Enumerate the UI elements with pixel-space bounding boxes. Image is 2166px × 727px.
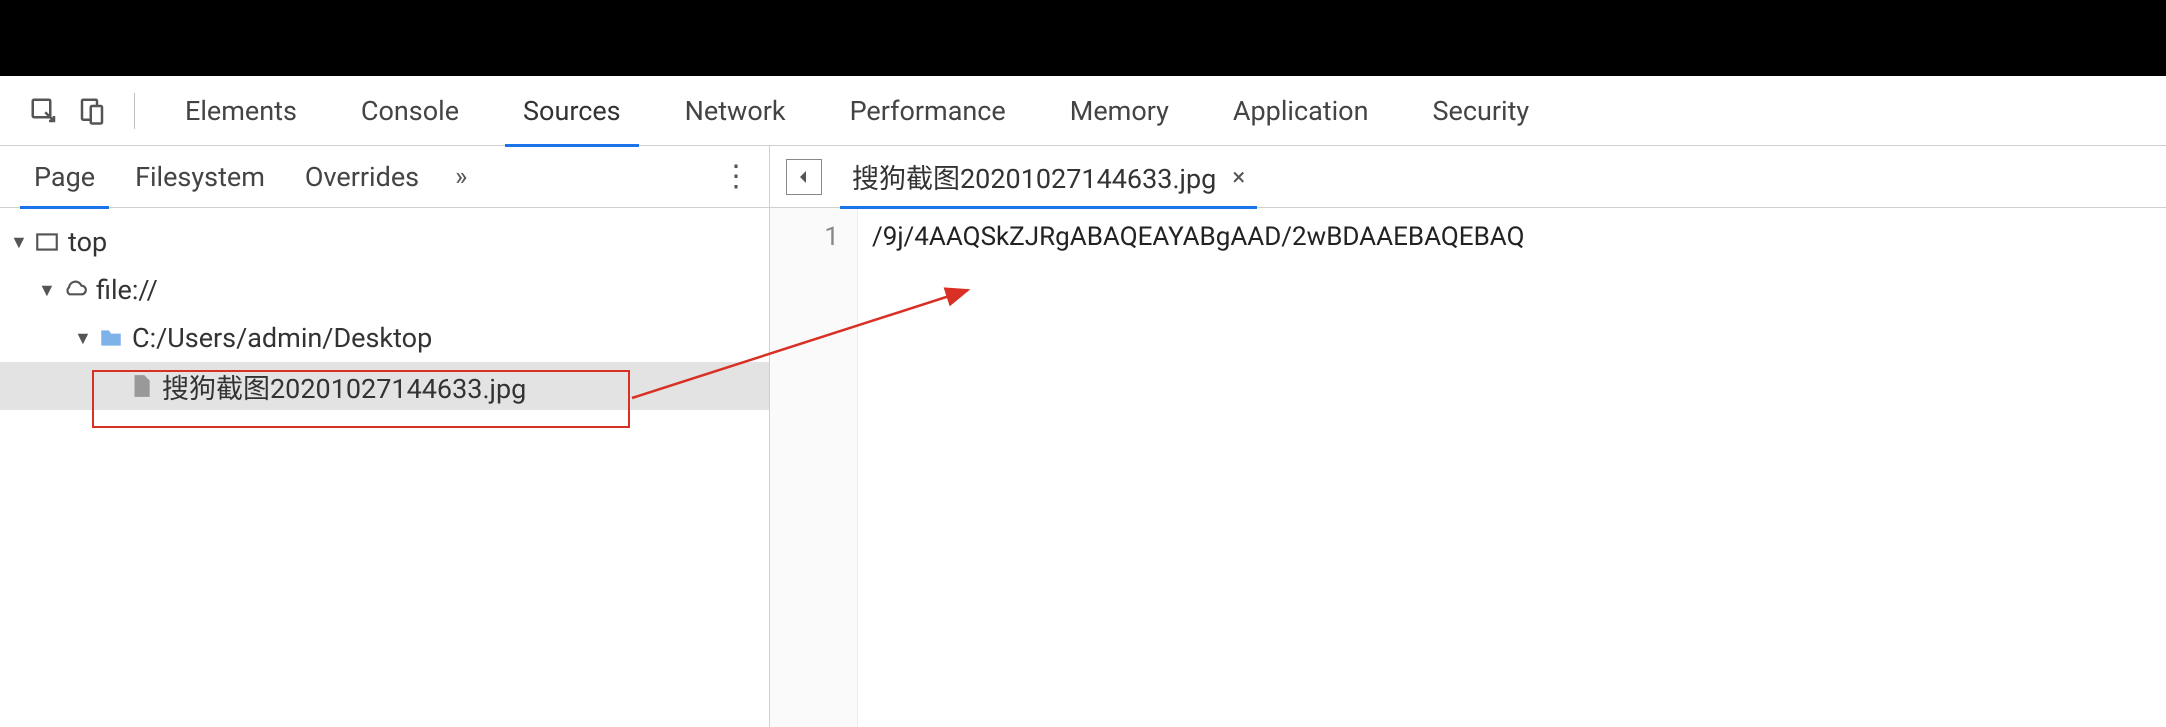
tab-elements[interactable]: Elements bbox=[153, 76, 329, 146]
overflow-icon[interactable]: » bbox=[439, 162, 483, 192]
folder-icon bbox=[98, 325, 124, 351]
frame-icon bbox=[34, 229, 60, 255]
editor-tab-active[interactable]: 搜狗截图20201027144633.jpg × bbox=[840, 146, 1257, 208]
tab-memory[interactable]: Memory bbox=[1038, 76, 1201, 146]
line-number: 1 bbox=[770, 222, 839, 252]
code-line: /9j/4AAQSkZJRgABAQEAYABgAAD/2wBDAAEBAQEB… bbox=[872, 222, 2166, 252]
tab-application[interactable]: Application bbox=[1201, 76, 1401, 146]
line-number-gutter: 1 bbox=[770, 208, 858, 727]
tree-label: 搜狗截图20201027144633.jpg bbox=[162, 367, 526, 406]
nav-tab-page[interactable]: Page bbox=[14, 146, 115, 208]
tab-security[interactable]: Security bbox=[1400, 76, 1561, 146]
expand-toggle-icon[interactable]: ▼ bbox=[74, 328, 94, 349]
inspect-icon[interactable] bbox=[20, 87, 68, 135]
nav-tab-overrides[interactable]: Overrides bbox=[285, 146, 439, 208]
content-area: Page Filesystem Overrides » ⋮ ▼ top ▼ fi… bbox=[0, 146, 2166, 727]
tree-item-file-protocol[interactable]: ▼ file:// bbox=[0, 266, 769, 314]
file-icon bbox=[128, 373, 154, 399]
tab-console[interactable]: Console bbox=[329, 76, 491, 146]
devtools-main-tabs: Elements Console Sources Network Perform… bbox=[0, 76, 2166, 146]
tree-item-top[interactable]: ▼ top bbox=[0, 218, 769, 266]
code-content[interactable]: /9j/4AAQSkZJRgABAQEAYABgAAD/2wBDAAEBAQEB… bbox=[858, 208, 2166, 727]
editor-tabs: 搜狗截图20201027144633.jpg × bbox=[770, 146, 2166, 208]
navigator-panel: Page Filesystem Overrides » ⋮ ▼ top ▼ fi… bbox=[0, 146, 770, 727]
file-tree: ▼ top ▼ file:// ▼ C:/Users/admin/Desktop bbox=[0, 208, 769, 420]
browser-top-bar bbox=[0, 0, 2166, 76]
tab-performance[interactable]: Performance bbox=[818, 76, 1038, 146]
tab-sources[interactable]: Sources bbox=[491, 76, 653, 146]
editor-panel: 搜狗截图20201027144633.jpg × 1 /9j/4AAQSkZJR… bbox=[770, 146, 2166, 727]
tab-network[interactable]: Network bbox=[653, 76, 818, 146]
cloud-icon bbox=[62, 277, 88, 303]
tree-item-folder[interactable]: ▼ C:/Users/admin/Desktop bbox=[0, 314, 769, 362]
tree-label: file:// bbox=[96, 274, 158, 306]
device-toggle-icon[interactable] bbox=[68, 87, 116, 135]
divider bbox=[134, 93, 135, 129]
tree-label: top bbox=[68, 226, 107, 258]
previous-tab-button[interactable] bbox=[786, 159, 822, 195]
more-vertical-icon[interactable]: ⋮ bbox=[721, 159, 749, 194]
tree-label: C:/Users/admin/Desktop bbox=[132, 322, 432, 354]
expand-toggle-icon[interactable]: ▼ bbox=[10, 232, 30, 253]
editor-tab-label: 搜狗截图20201027144633.jpg bbox=[852, 157, 1216, 196]
code-area: 1 /9j/4AAQSkZJRgABAQEAYABgAAD/2wBDAAEBAQ… bbox=[770, 208, 2166, 727]
nav-tab-filesystem[interactable]: Filesystem bbox=[115, 146, 285, 208]
expand-toggle-icon[interactable]: ▼ bbox=[38, 280, 58, 301]
close-icon[interactable]: × bbox=[1232, 163, 1245, 191]
navigator-tabs: Page Filesystem Overrides » ⋮ bbox=[0, 146, 769, 208]
tree-item-file-selected[interactable]: 搜狗截图20201027144633.jpg bbox=[0, 362, 769, 410]
